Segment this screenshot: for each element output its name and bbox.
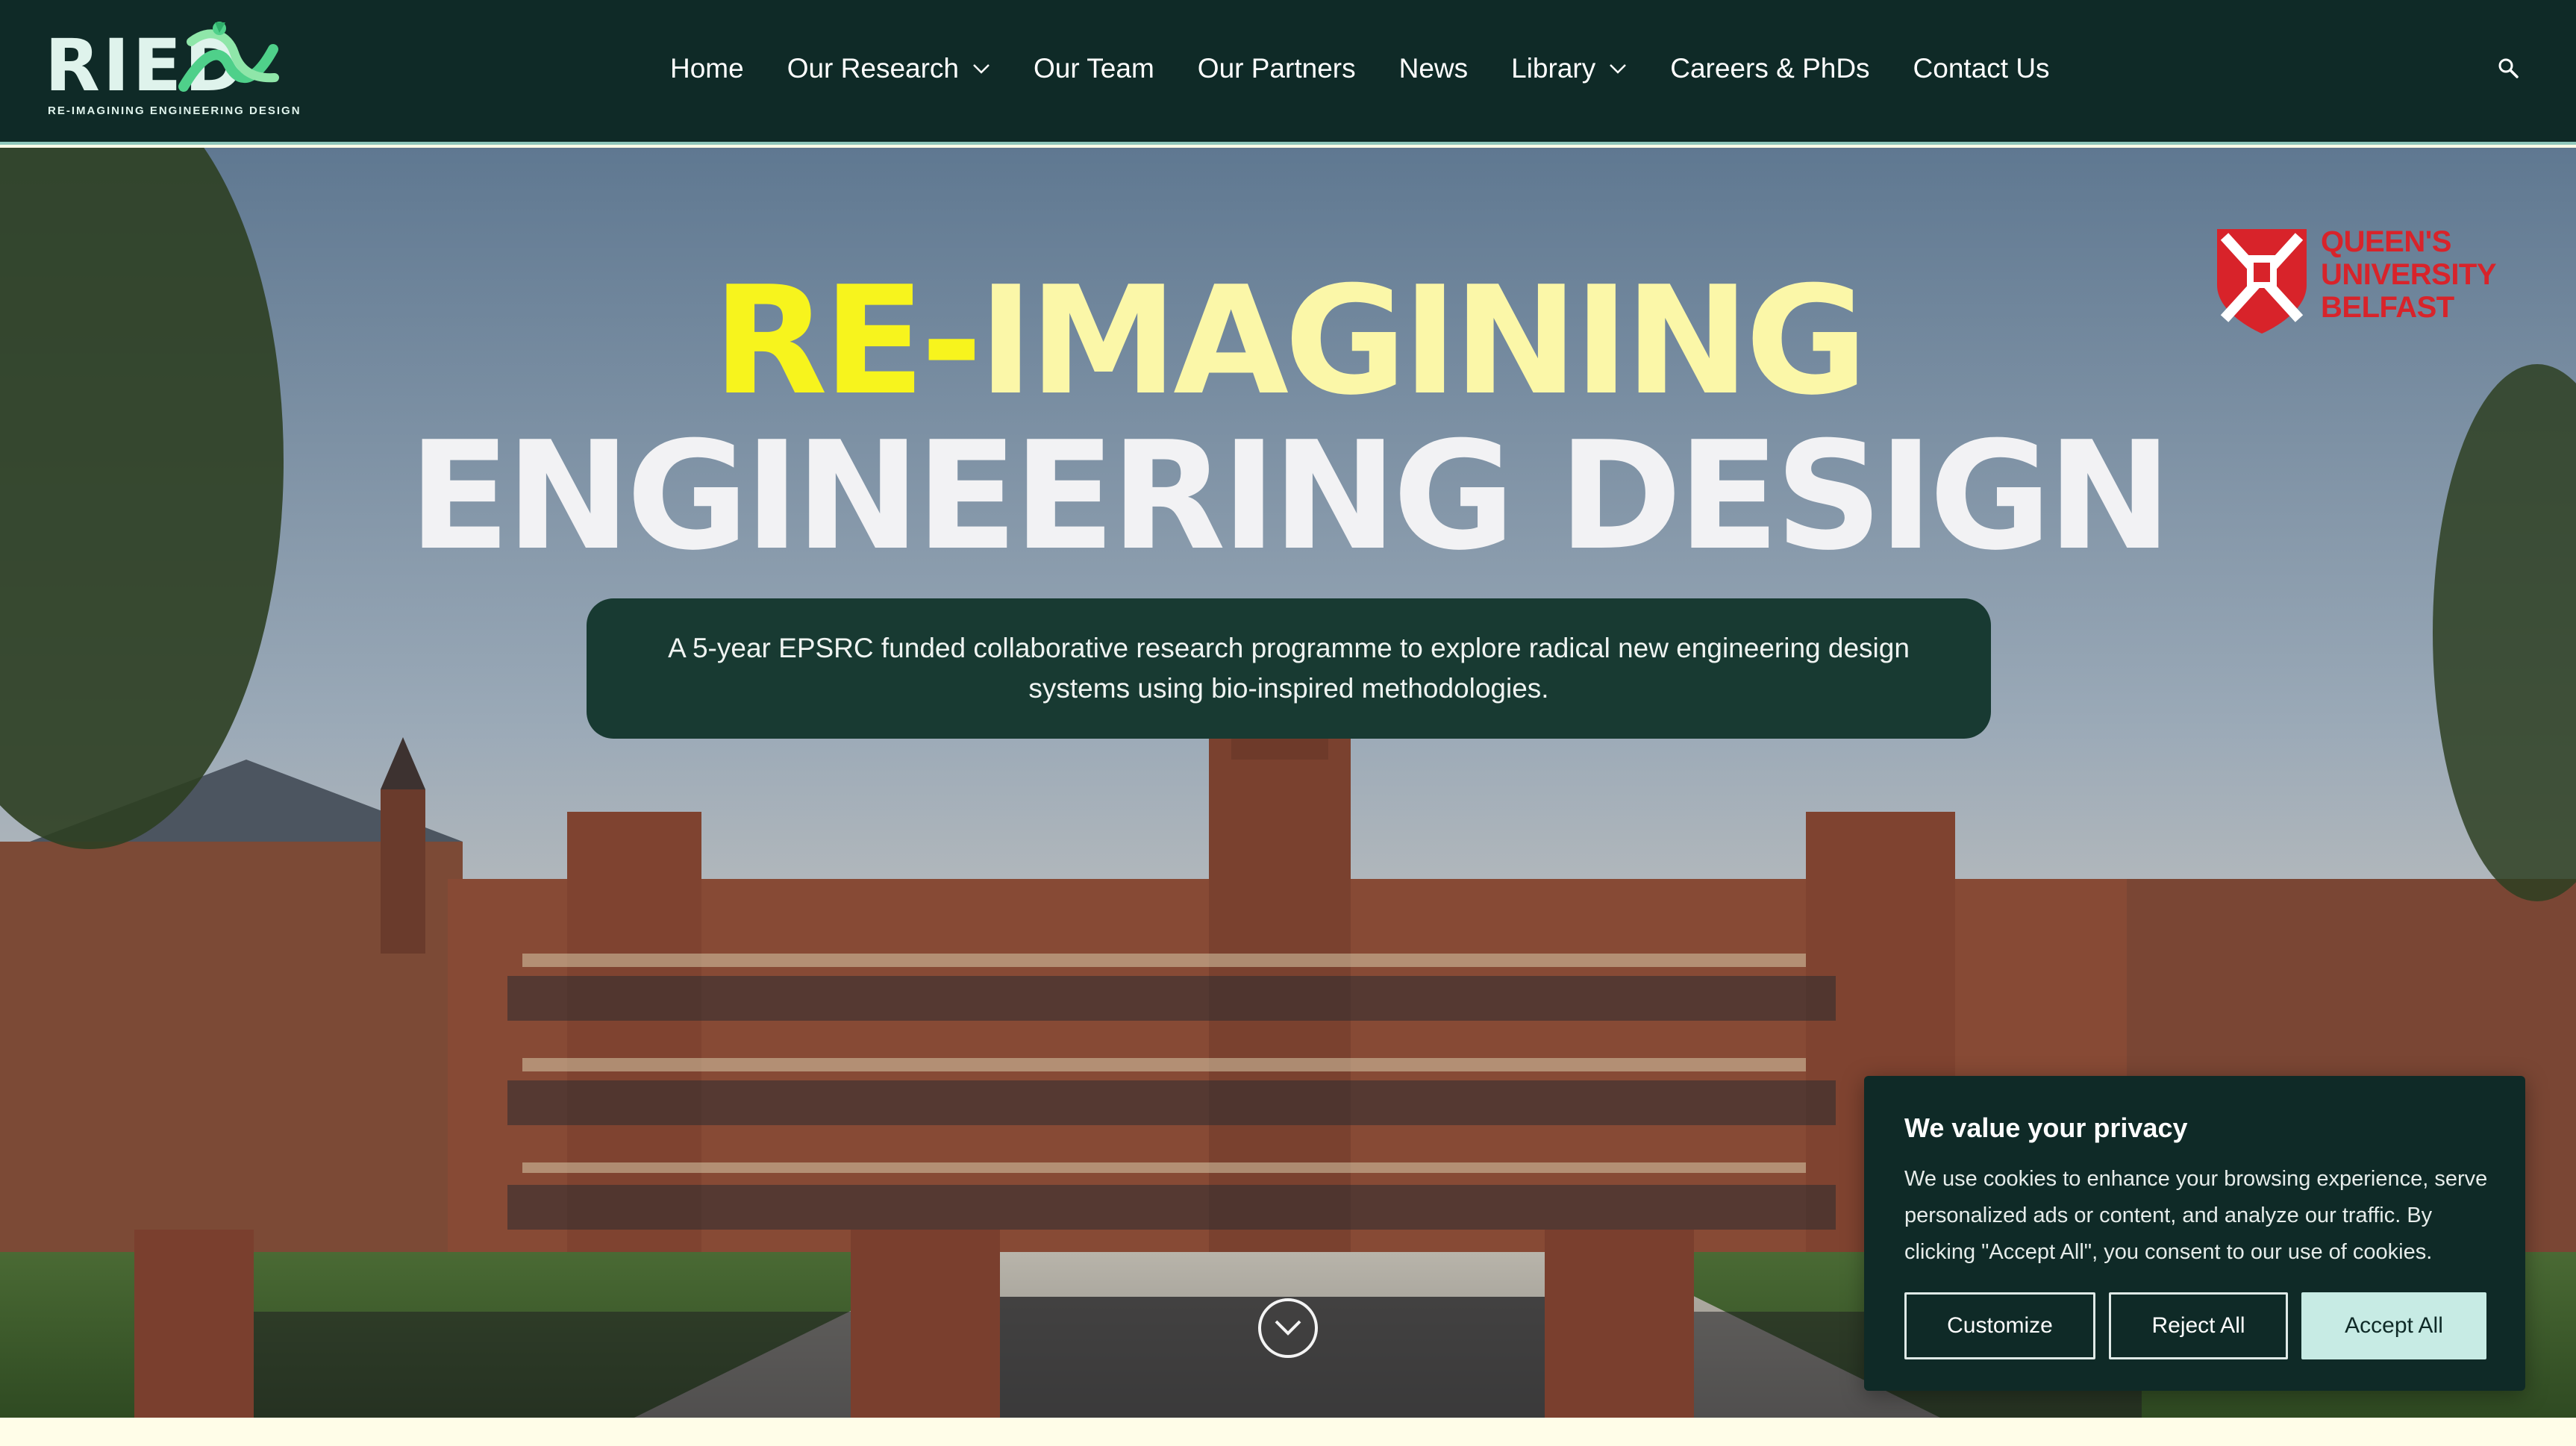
nav-our-research[interactable]: Our Research (787, 53, 990, 84)
hero-title-line-2: ENGINEERING DESIGN (408, 410, 2172, 583)
nav-our-team[interactable]: Our Team (1034, 53, 1154, 84)
reject-all-button[interactable]: Reject All (2109, 1292, 2288, 1359)
customize-button[interactable]: Customize (1904, 1292, 2095, 1359)
nav-label: Our Research (787, 53, 960, 84)
cookie-consent-banner: We value your privacy We use cookies to … (1864, 1076, 2525, 1391)
site-header: RIED RE-IMAGINING ENGINEERING DESIGN Hom… (0, 0, 2576, 145)
nav-label: News (1398, 53, 1469, 84)
nav-label: Library (1511, 53, 1596, 84)
hero-tagline: A 5-year EPSRC funded collaborative rese… (668, 633, 1910, 704)
nav-label: Our Team (1034, 53, 1154, 84)
logo-tagline: RE-IMAGINING ENGINEERING DESIGN (48, 104, 301, 117)
chevron-down-icon (973, 64, 990, 74)
nav-careers-phds[interactable]: Careers & PhDs (1670, 53, 1869, 84)
nav-library[interactable]: Library (1511, 53, 1627, 84)
chevron-down-icon (1610, 64, 1627, 74)
chevron-down-icon (1275, 1320, 1301, 1336)
dna-helix-icon (178, 22, 279, 92)
nav-contact-us[interactable]: Contact Us (1913, 53, 2050, 84)
hero-tagline-box: A 5-year EPSRC funded collaborative rese… (587, 598, 1991, 739)
hero-title-highlight: RE- (713, 254, 983, 428)
search-icon[interactable] (2497, 57, 2519, 79)
ried-logo[interactable]: RIED RE-IMAGINING ENGINEERING DESIGN (45, 19, 300, 119)
nav-news[interactable]: News (1399, 53, 1469, 84)
cookie-button-row: Customize Reject All Accept All (1904, 1292, 2486, 1359)
nav-our-partners[interactable]: Our Partners (1198, 53, 1356, 84)
qub-line-1: QUEEN'S (2321, 225, 2451, 258)
page-bottom-strip (0, 1418, 2576, 1446)
nav-label: Our Partners (1197, 53, 1356, 84)
cookie-title: We value your privacy (1904, 1112, 2188, 1143)
accept-all-button[interactable]: Accept All (2301, 1292, 2486, 1359)
nav-label: Careers & PhDs (1670, 53, 1870, 84)
nav-home[interactable]: Home (670, 53, 744, 84)
main-nav: Home Our Research Our Team Our Partners … (670, 51, 2050, 87)
cookie-description: We use cookies to enhance your browsing … (1904, 1167, 2488, 1264)
nav-label: Contact Us (1913, 53, 2050, 84)
hero-title-line-1: RE-IMAGINING (0, 267, 2576, 416)
scroll-down-button[interactable] (1258, 1298, 1318, 1358)
hero-title-rest: IMAGINING (978, 254, 1868, 428)
nav-label: Home (670, 53, 744, 84)
